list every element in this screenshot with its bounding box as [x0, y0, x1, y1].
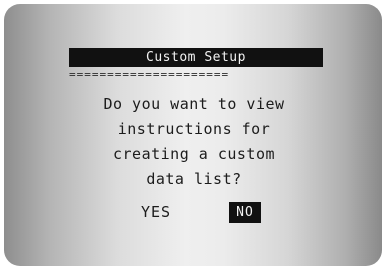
message-line: instructions for — [117, 120, 271, 138]
no-option-selected[interactable]: NO — [229, 202, 261, 223]
dialog-message: Do you want to view instructions for cre… — [44, 92, 344, 192]
yes-option[interactable]: YES — [128, 202, 184, 223]
message-line: Do you want to view — [103, 95, 285, 113]
title-divider: ===================== — [69, 69, 230, 80]
lcd-screen: Custom Setup ===================== Do yo… — [4, 4, 382, 266]
message-line: creating a custom — [112, 145, 276, 163]
dialog-title: Custom Setup — [69, 48, 323, 67]
message-line: data list? — [146, 170, 242, 188]
